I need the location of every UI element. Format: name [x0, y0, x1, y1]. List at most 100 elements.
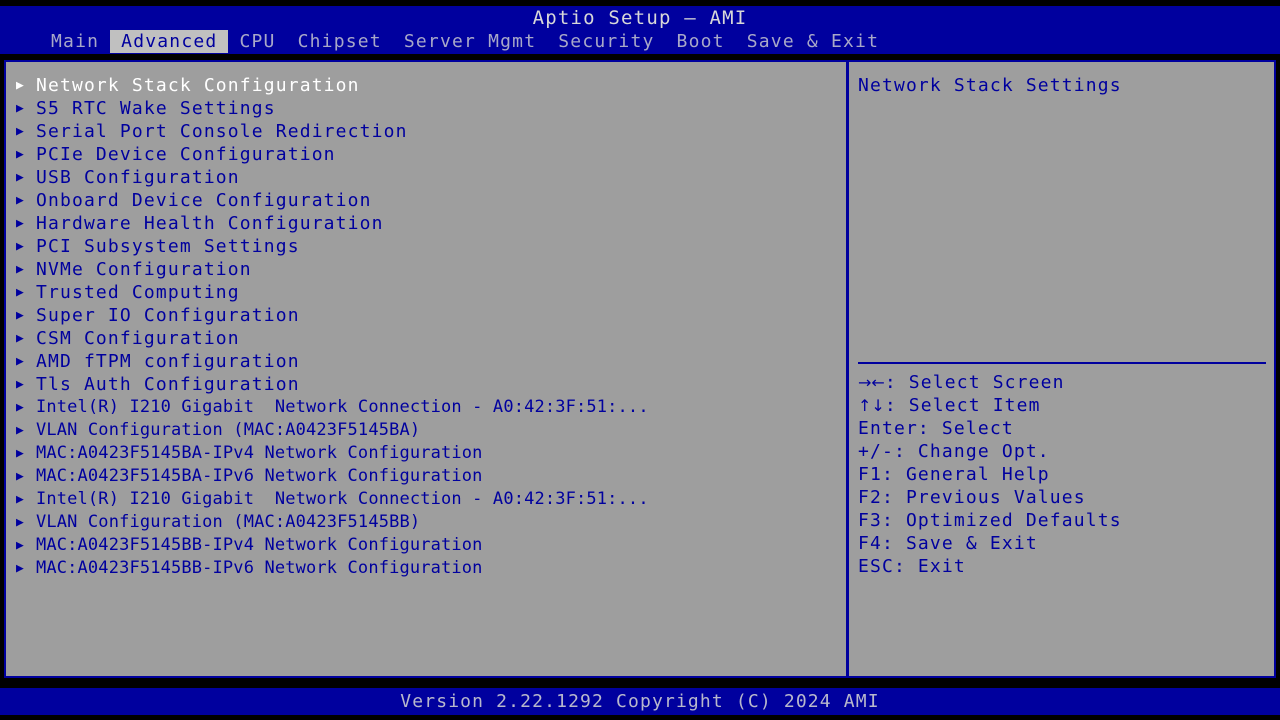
menu-item[interactable]: ▶ VLAN Configuration (MAC:A0423F5145BB) — [10, 511, 840, 534]
menu-item-label: AMD fTPM configuration — [36, 351, 300, 372]
submenu-arrow-icon: ▶ — [16, 124, 24, 139]
menu-item[interactable]: ▶ Super IO Configuration — [10, 304, 840, 327]
menu-item-label: MAC:A0423F5145BA-IPv6 Network Configurat… — [36, 466, 483, 486]
help-separator — [858, 362, 1266, 364]
menu-item[interactable]: ▶ NVMe Configuration — [10, 258, 840, 281]
submenu-arrow-icon: ▶ — [16, 538, 24, 553]
legend-text: : Select Screen — [884, 372, 1065, 393]
legend-row: F4: Save & Exit — [858, 532, 1270, 555]
submenu-arrow-icon: ▶ — [16, 331, 24, 346]
submenu-arrow-icon: ▶ — [16, 469, 24, 484]
submenu-arrow-icon: ▶ — [16, 400, 24, 415]
legend-text: F4: Save & Exit — [858, 533, 1038, 554]
menu-item[interactable]: ▶ Trusted Computing — [10, 281, 840, 304]
submenu-arrow-icon: ▶ — [16, 308, 24, 323]
tab-cpu[interactable]: CPU — [228, 30, 286, 53]
legend-text: ESC: Exit — [858, 556, 966, 577]
tab-boot[interactable]: Boot — [666, 30, 736, 53]
tab-server-mgmt[interactable]: Server Mgmt — [393, 30, 547, 53]
menu-item[interactable]: ▶ Tls Auth Configuration — [10, 373, 840, 396]
menu-item-label: MAC:A0423F5145BA-IPv4 Network Configurat… — [36, 443, 483, 463]
menu-item[interactable]: ▶ PCI Subsystem Settings — [10, 235, 840, 258]
legend-text: : Select Item — [884, 395, 1041, 416]
legend-row: F2: Previous Values — [858, 486, 1270, 509]
menu-item[interactable]: ▶ MAC:A0423F5145BB-IPv6 Network Configura… — [10, 557, 840, 580]
version-text: Version 2.22.1292 Copyright (C) 2024 AMI — [400, 691, 880, 712]
tab-chipset[interactable]: Chipset — [287, 30, 393, 53]
submenu-arrow-icon: ▶ — [16, 78, 24, 93]
submenu-arrow-icon: ▶ — [16, 354, 24, 369]
tab-save-exit[interactable]: Save & Exit — [736, 30, 890, 53]
submenu-arrow-icon: ▶ — [16, 239, 24, 254]
menu-item[interactable]: ▶ MAC:A0423F5145BA-IPv6 Network Configura… — [10, 465, 840, 488]
advanced-menu-list[interactable]: ▶ Network Stack Configuration ▶ S5 RTC Wake… — [10, 74, 840, 580]
menu-item-label: VLAN Configuration (MAC:A0423F5145BA) — [36, 420, 421, 440]
submenu-arrow-icon: ▶ — [16, 170, 24, 185]
menu-item[interactable]: ▶ PCIe Device Configuration — [10, 143, 840, 166]
menu-item-label: NVMe Configuration — [36, 259, 252, 280]
tab-security[interactable]: Security — [547, 30, 665, 53]
submenu-arrow-icon: ▶ — [16, 423, 24, 438]
legend-text: +/-: Change Opt. — [858, 441, 1050, 462]
submenu-arrow-icon: ▶ — [16, 262, 24, 277]
menu-item-label: Serial Port Console Redirection — [36, 121, 408, 142]
menu-item[interactable]: ▶ MAC:A0423F5145BA-IPv4 Network Configura… — [10, 442, 840, 465]
bios-setup-screen: Aptio Setup – AMI Main Advanced CPU Chipset… — [0, 0, 1280, 720]
submenu-arrow-icon: ▶ — [16, 492, 24, 507]
submenu-arrow-icon: ▶ — [16, 285, 24, 300]
bottom-bezel — [0, 715, 1280, 720]
help-description: Network Stack Settings — [858, 75, 1122, 96]
menu-item[interactable]: ▶ Intel(R) I210 Gigabit Network Connectio… — [10, 488, 840, 511]
legend-text: Enter: Select — [858, 418, 1014, 439]
menu-item[interactable]: ▶ CSM Configuration — [10, 327, 840, 350]
legend-text: F3: Optimized Defaults — [858, 510, 1122, 531]
menu-item-label: Trusted Computing — [36, 282, 240, 303]
legend-row: →←: Select Screen — [858, 371, 1270, 394]
menu-item-label: PCIe Device Configuration — [36, 144, 336, 165]
menu-item-label: Tls Auth Configuration — [36, 374, 300, 395]
legend-key-icon: ↑↓ — [858, 396, 885, 415]
legend-key-icon: →← — [858, 373, 885, 392]
menu-item-label: Hardware Health Configuration — [36, 213, 384, 234]
submenu-arrow-icon: ▶ — [16, 377, 24, 392]
legend-text: F2: Previous Values — [858, 487, 1086, 508]
tab-advanced[interactable]: Advanced — [110, 30, 229, 53]
menu-item-label: MAC:A0423F5145BB-IPv6 Network Configurat… — [36, 558, 483, 578]
menu-item[interactable]: ▶ VLAN Configuration (MAC:A0423F5145BA) — [10, 419, 840, 442]
menu-item[interactable]: ▶ USB Configuration — [10, 166, 840, 189]
menu-item-label: PCI Subsystem Settings — [36, 236, 300, 257]
submenu-arrow-icon: ▶ — [16, 515, 24, 530]
menu-item[interactable]: ▶ AMD fTPM configuration — [10, 350, 840, 373]
menu-item-label: Onboard Device Configuration — [36, 190, 372, 211]
menu-item-label: Super IO Configuration — [36, 305, 300, 326]
menu-item[interactable]: ▶ Serial Port Console Redirection — [10, 120, 840, 143]
legend-row: ESC: Exit — [858, 555, 1270, 578]
menu-item-label: S5 RTC Wake Settings — [36, 98, 276, 119]
menu-item[interactable]: ▶ Hardware Health Configuration — [10, 212, 840, 235]
main-tab-bar[interactable]: Main Advanced CPU Chipset Server Mgmt Securit… — [40, 30, 890, 53]
menu-item-label: CSM Configuration — [36, 328, 240, 349]
menu-item-label: Intel(R) I210 Gigabit Network Connection… — [36, 489, 649, 509]
tab-main[interactable]: Main — [40, 30, 110, 53]
menu-item[interactable]: ▶ Network Stack Configuration — [10, 74, 840, 97]
legend-row: +/-: Change Opt. — [858, 440, 1270, 463]
menu-item-label: MAC:A0423F5145BB-IPv4 Network Configurat… — [36, 535, 483, 555]
menu-item[interactable]: ▶ S5 RTC Wake Settings — [10, 97, 840, 120]
key-legend: →←: Select Screen ↑↓: Select Item Enter: S… — [858, 371, 1270, 578]
menu-item[interactable]: ▶ Intel(R) I210 Gigabit Network Connectio… — [10, 396, 840, 419]
panel-divider-vertical — [846, 60, 849, 678]
submenu-arrow-icon: ▶ — [16, 193, 24, 208]
legend-row: ↑↓: Select Item — [858, 394, 1270, 417]
page-title: Aptio Setup – AMI — [532, 7, 748, 29]
menu-item-label: USB Configuration — [36, 167, 240, 188]
submenu-arrow-icon: ▶ — [16, 446, 24, 461]
menu-item-label: Network Stack Configuration — [36, 75, 360, 96]
menu-item-label: VLAN Configuration (MAC:A0423F5145BB) — [36, 512, 421, 532]
menu-item[interactable]: ▶ MAC:A0423F5145BB-IPv4 Network Configura… — [10, 534, 840, 557]
submenu-arrow-icon: ▶ — [16, 216, 24, 231]
legend-row: Enter: Select — [858, 417, 1270, 440]
legend-row: F3: Optimized Defaults — [858, 509, 1270, 532]
submenu-arrow-icon: ▶ — [16, 147, 24, 162]
menu-item[interactable]: ▶ Onboard Device Configuration — [10, 189, 840, 212]
submenu-arrow-icon: ▶ — [16, 561, 24, 576]
